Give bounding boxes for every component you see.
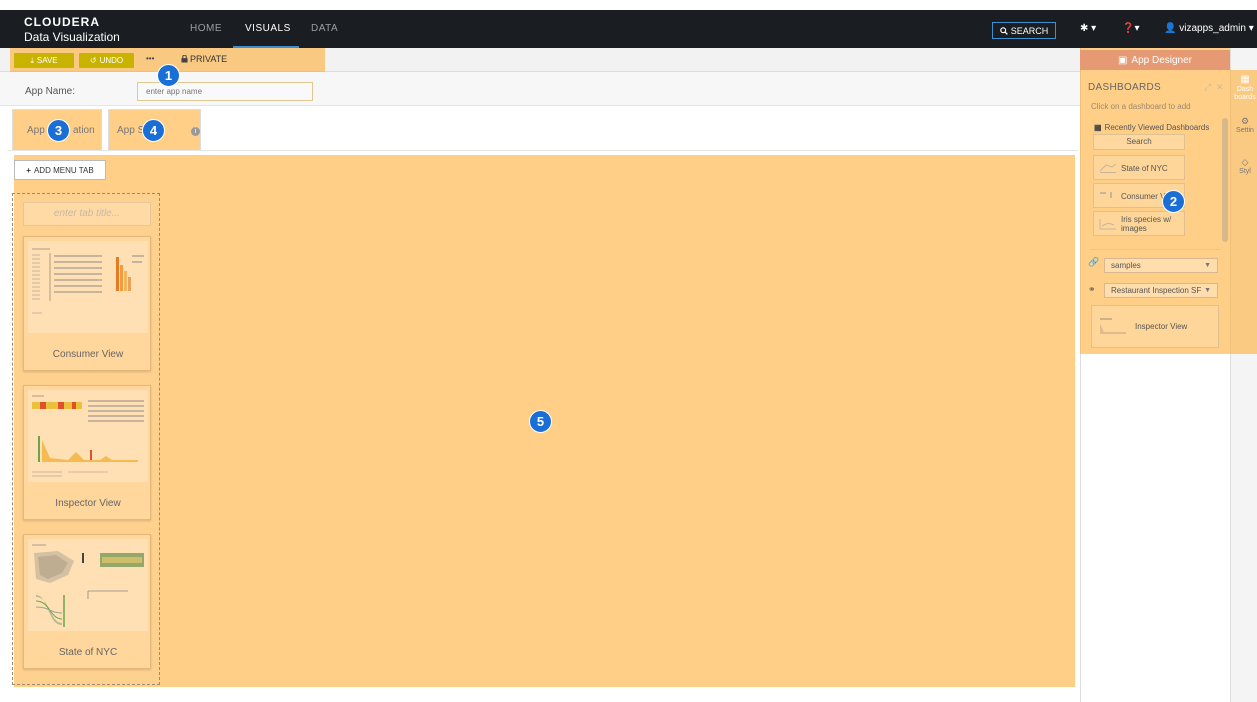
side-tab-active-highlight bbox=[1230, 70, 1257, 354]
diamond-icon: ◇ bbox=[1241, 157, 1249, 167]
panel-scrollbar[interactable] bbox=[1222, 118, 1228, 242]
tab-app-navigation-label-a: App bbox=[27, 125, 45, 136]
dataset-icon: ⚭ bbox=[1088, 284, 1096, 294]
dashboard-mini-thumbnail bbox=[1100, 318, 1126, 334]
expand-icon[interactable]: ⤢ bbox=[1204, 82, 1211, 93]
dataset-dashboard-inspector-view[interactable]: Inspector View bbox=[1091, 305, 1219, 348]
dashboard-thumbnail bbox=[28, 390, 148, 482]
recent-dashboards-text: Recently Viewed Dashboards bbox=[1104, 123, 1210, 132]
link-icon: 🔗 bbox=[1088, 257, 1100, 267]
app-designer-title: App Designer bbox=[1131, 54, 1193, 66]
dashboards-hint: Click on a dashboard to add bbox=[1091, 102, 1191, 111]
tab-title-input[interactable]: enter tab title... bbox=[23, 202, 151, 226]
chevron-down-icon: ▼ bbox=[1204, 262, 1211, 269]
tab-app-style-label: App S bbox=[117, 125, 145, 136]
lock-icon bbox=[181, 55, 188, 63]
side-tab-style[interactable]: ◇ Styl bbox=[1233, 157, 1257, 176]
dashboard-item-state-of-nyc[interactable]: State of NYC bbox=[1093, 155, 1185, 180]
dataset-dashboard-label: Inspector View bbox=[1135, 322, 1188, 331]
add-menu-tab-button[interactable]: + ADD MENU TAB bbox=[14, 160, 106, 180]
dashboard-card-caption: Inspector View bbox=[55, 498, 121, 509]
privacy-toggle[interactable]: PRIVATE bbox=[181, 54, 227, 64]
brand-subtitle: Data Visualization bbox=[24, 30, 120, 44]
callout-badge-2: 2 bbox=[1162, 190, 1185, 213]
dashboard-search-input[interactable]: Search bbox=[1093, 134, 1185, 150]
gear-icon: ✱ bbox=[1080, 23, 1089, 34]
side-tab-dashboards[interactable]: ▦ Dash boards bbox=[1233, 74, 1257, 102]
close-icon[interactable]: ✕ bbox=[1216, 82, 1224, 93]
connection-select[interactable]: samples ▼ bbox=[1104, 258, 1218, 273]
dashboard-thumbnail bbox=[28, 241, 148, 333]
brand-logo[interactable]: CLOUDERA bbox=[24, 15, 100, 29]
search-icon bbox=[999, 26, 1008, 35]
dashboard-card-inspector-view[interactable]: Inspector View bbox=[23, 385, 151, 520]
search-button-label: SEARCH bbox=[1010, 25, 1049, 36]
dashboard-item-label: Iris species w/ images bbox=[1121, 215, 1172, 233]
side-tab-style-label: Styl bbox=[1239, 168, 1251, 175]
dashboard-mini-thumbnail bbox=[1099, 163, 1117, 173]
plus-icon: + bbox=[26, 165, 31, 175]
dashboard-thumbnail bbox=[28, 539, 148, 631]
add-menu-tab-label: ADD MENU TAB bbox=[33, 165, 94, 175]
dashboard-item-iris-species[interactable]: Iris species w/ images bbox=[1093, 211, 1185, 236]
connection-select-value: samples bbox=[1111, 261, 1141, 270]
app-designer-header[interactable]: ▣ App Designer bbox=[1080, 50, 1230, 70]
save-button-label: SAVE bbox=[36, 56, 58, 65]
nav-data[interactable]: DATA bbox=[311, 23, 338, 34]
tab-app-navigation-label-b: ation bbox=[73, 125, 95, 136]
nav-home[interactable]: HOME bbox=[190, 23, 222, 34]
user-menu[interactable]: 👤 vizapps_admin ▾ bbox=[1164, 23, 1254, 34]
menu-tab-column: enter tab title... Consumer View Inspect… bbox=[12, 193, 160, 685]
nav-visuals[interactable]: VISUALS bbox=[245, 23, 291, 34]
dataset-select[interactable]: Restaurant Inspection SF ▼ bbox=[1104, 283, 1218, 298]
dashboards-header: DASHBOARDS bbox=[1088, 82, 1162, 93]
user-name: vizapps_admin bbox=[1179, 23, 1246, 34]
download-icon: ⤓ bbox=[30, 55, 34, 65]
settings-menu[interactable]: ✱ ▾ bbox=[1080, 23, 1096, 34]
app-designer-icon: ▣ bbox=[1117, 54, 1128, 66]
more-actions-button[interactable]: ••• bbox=[146, 54, 154, 63]
recent-dashboards-label: ▦ Recently Viewed Dashboards bbox=[1094, 123, 1209, 132]
dashboard-card-consumer-view[interactable]: Consumer View bbox=[23, 236, 151, 371]
side-tab-settings[interactable]: ⚙ Settin bbox=[1233, 116, 1257, 135]
help-icon: ❓ bbox=[1122, 23, 1135, 34]
dashboard-mini-thumbnail bbox=[1099, 219, 1116, 230]
dashboard-item-label: Consumer V bbox=[1121, 192, 1166, 201]
app-name-label: App Name: bbox=[25, 86, 76, 97]
dataset-select-value: Restaurant Inspection SF bbox=[1111, 286, 1202, 295]
callout-badge-3: 3 bbox=[47, 119, 70, 142]
side-tab-dashboards-label: Dash boards bbox=[1234, 86, 1256, 101]
dashboard-mini-thumbnail bbox=[1100, 192, 1112, 198]
help-menu[interactable]: ❓▾ bbox=[1122, 23, 1139, 34]
user-icon: 👤 bbox=[1164, 23, 1177, 34]
save-button[interactable]: ⤓ SAVE bbox=[14, 53, 74, 68]
dashboard-card-caption: State of NYC bbox=[58, 647, 118, 658]
undo-button[interactable]: ↺ UNDO bbox=[79, 53, 134, 68]
info-icon[interactable]: i bbox=[191, 127, 200, 136]
callout-badge-4: 4 bbox=[142, 119, 165, 142]
undo-button-label: UNDO bbox=[99, 56, 124, 65]
tabs-divider bbox=[8, 150, 1078, 151]
dashboard-grid-icon: ▦ bbox=[1094, 123, 1102, 132]
privacy-label: PRIVATE bbox=[190, 54, 228, 64]
search-button[interactable]: SEARCH bbox=[992, 22, 1056, 39]
callout-badge-1: 1 bbox=[157, 64, 180, 87]
panel-divider bbox=[1090, 249, 1220, 250]
callout-badge-5: 5 bbox=[529, 410, 552, 433]
gears-icon: ⚙ bbox=[1240, 116, 1250, 126]
chevron-down-icon: ▼ bbox=[1204, 287, 1211, 294]
dashboard-item-label: State of NYC bbox=[1121, 164, 1168, 173]
dashboard-card-caption: Consumer View bbox=[52, 349, 124, 360]
dashboard-card-state-of-nyc[interactable]: State of NYC bbox=[23, 534, 151, 669]
undo-icon: ↺ bbox=[89, 56, 97, 65]
side-tab-settings-label: Settin bbox=[1236, 127, 1254, 134]
dashboard-grid-icon: ▦ bbox=[1240, 74, 1250, 85]
top-navbar: CLOUDERA Data Visualization HOME VISUALS… bbox=[0, 10, 1257, 48]
